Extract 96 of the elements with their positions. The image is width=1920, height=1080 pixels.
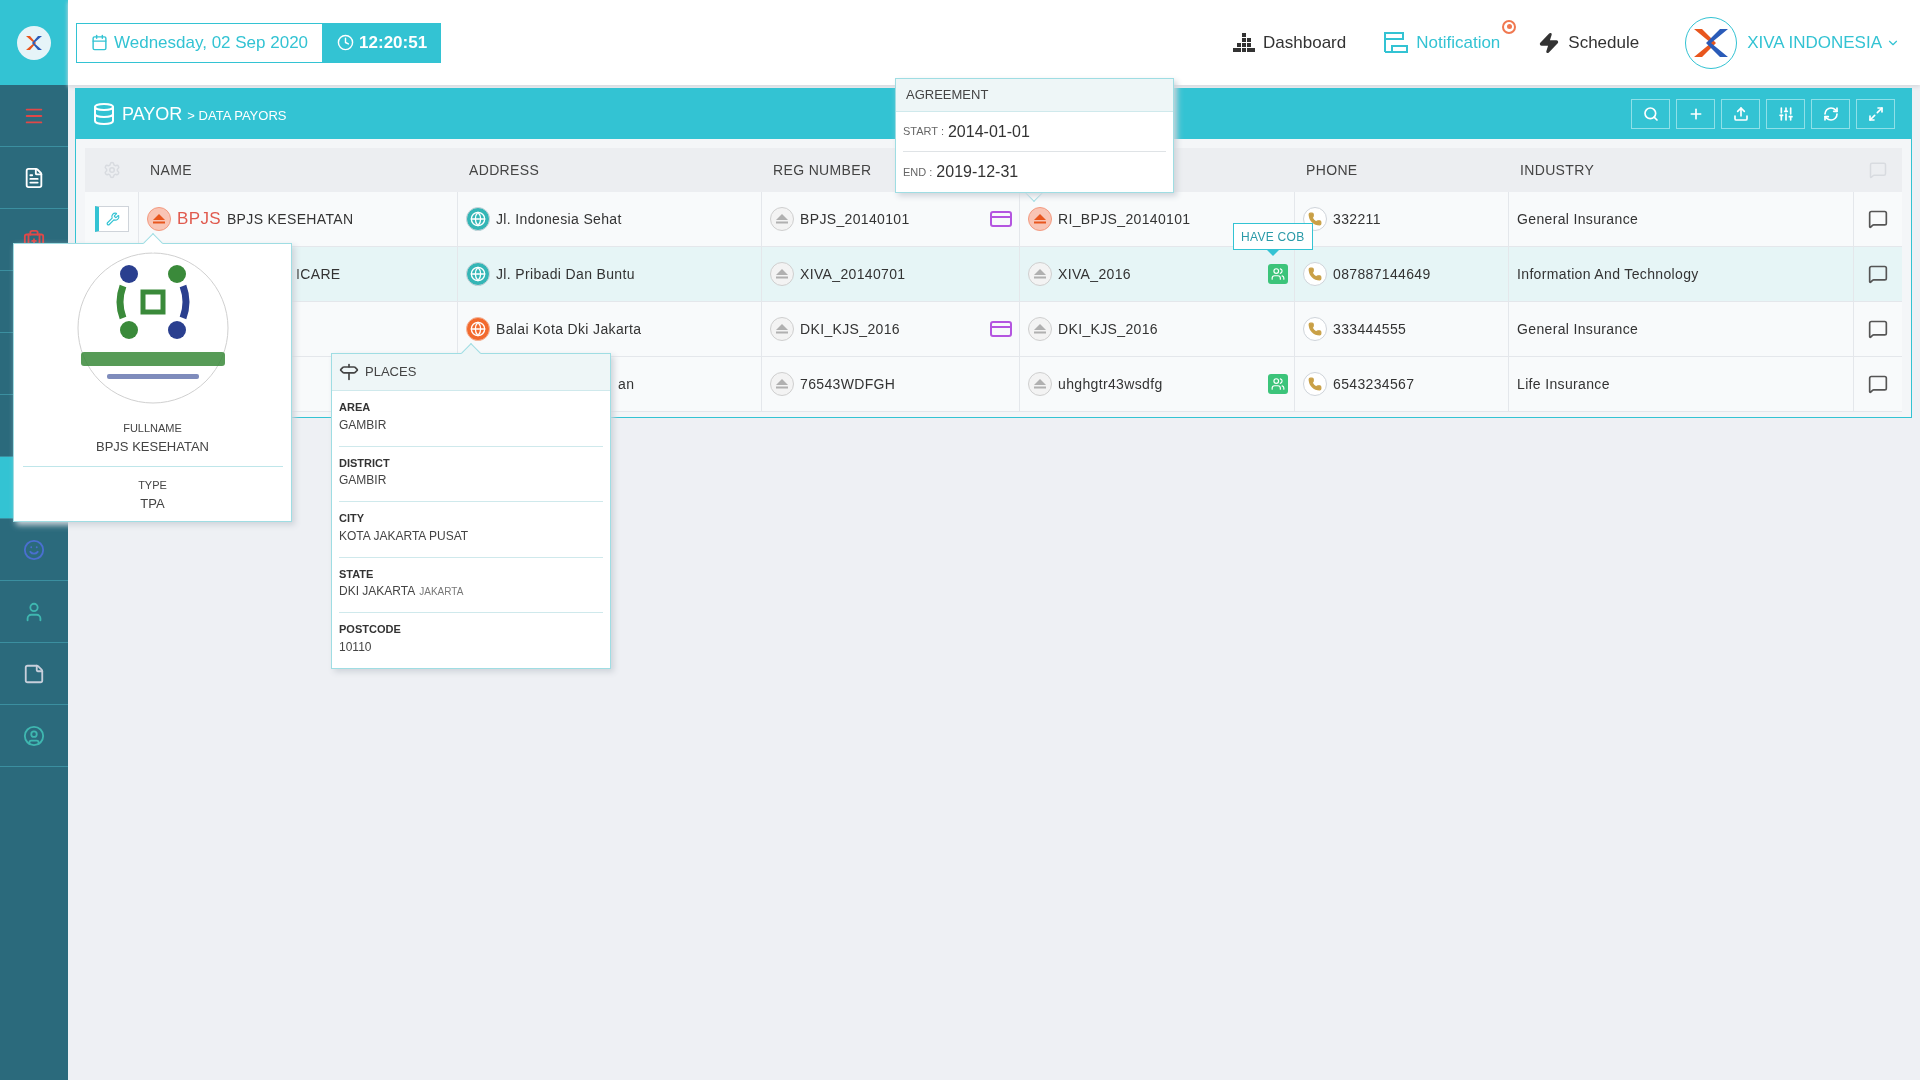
upload-button[interactable] [1721, 99, 1760, 129]
field-value: BPJS KESEHATAN [96, 437, 209, 456]
column-header: NAME [150, 160, 192, 180]
table-cell-text: General Insurance [1517, 209, 1639, 229]
nav-link[interactable]: Schedule [1538, 29, 1640, 56]
field-value: GAMBIR [339, 472, 387, 489]
name-prefix: BPJS [177, 208, 221, 231]
fullscreen-button[interactable] [1856, 99, 1895, 129]
dashboard-icon [1233, 32, 1256, 53]
table-cell-text: 6543234567 [1333, 374, 1415, 394]
table-cell-text: ICARE [296, 264, 341, 284]
field-label: DISTRICT [339, 455, 391, 471]
clock-icon [337, 34, 355, 51]
tooltip-pointer [1267, 250, 1279, 256]
field-note: JAKARTA [419, 585, 464, 599]
field-label: STATE [339, 566, 375, 582]
table-cell-text: DKI_KJS_2016 [1058, 319, 1159, 339]
field-label: TYPE [138, 478, 167, 493]
signpost-icon [339, 362, 359, 382]
comment-icon[interactable] [1868, 374, 1888, 394]
wrench-icon [106, 212, 120, 226]
calendar-icon [91, 34, 108, 51]
table-cell-text: 332211 [1333, 209, 1381, 229]
field-value: KOTA JAKARTA PUSAT [339, 527, 469, 545]
phone-icon [1303, 317, 1327, 341]
refresh-icon [1822, 106, 1839, 122]
notification-icon [1384, 31, 1409, 54]
field-label: FULLNAME [123, 421, 182, 436]
table-cell-text: Balai Kota Dki Jakarta [496, 319, 642, 339]
eject-icon [770, 317, 794, 341]
group-icon[interactable] [1268, 374, 1288, 394]
group-icon[interactable] [1268, 264, 1288, 284]
table-cell-text: General Insurance [1517, 319, 1639, 339]
eject-icon [770, 372, 794, 396]
logo-icon[interactable] [17, 25, 51, 60]
field-value: 2014-01-01 [947, 121, 1030, 142]
comment-icon[interactable] [1868, 319, 1888, 339]
database-icon [92, 102, 116, 126]
globe-icon[interactable] [466, 317, 490, 341]
globe-icon[interactable] [466, 262, 490, 286]
note-icon[interactable] [23, 662, 45, 685]
date-display: Wednesday, 02 Sep 2020 [76, 22, 324, 63]
field-value: GAMBIR [339, 416, 387, 434]
phone-icon [1303, 262, 1327, 286]
table-cell-text: Information And Technology [1517, 264, 1699, 284]
search-button[interactable] [1631, 99, 1670, 129]
column-header: ADDRESS [469, 160, 540, 180]
upload-icon [1732, 106, 1749, 122]
field-label: START : [903, 124, 944, 140]
table-cell-text: BPJS KESEHATAN [226, 209, 354, 229]
table-cell-text: Jl. Pribadi Dan Buntu [496, 264, 635, 284]
column-header: REG NUMBER [773, 160, 872, 180]
field-label: END : [903, 164, 933, 180]
comment-icon[interactable] [1868, 209, 1888, 229]
sliders-icon [1777, 106, 1794, 122]
expand-icon [1867, 106, 1884, 122]
table-cell-text: Life Insurance [1517, 374, 1610, 394]
field-value: DKI JAKARTA [339, 583, 416, 600]
nav-link[interactable]: Dashboard [1233, 29, 1347, 56]
table-cell-text: XIVA_20140701 [800, 264, 907, 284]
column-header: INDUSTRY [1520, 160, 1595, 180]
table-cell-text: 087887144649 [1333, 264, 1431, 284]
field-value: 10110 [339, 638, 372, 656]
field-value: TPA [140, 494, 165, 513]
table-cell-text: RI_BPJS_20140101 [1058, 209, 1192, 229]
field-label: POSTCODE [339, 622, 402, 637]
field-value: 2019-12-31 [936, 162, 1019, 182]
edit-button[interactable] [94, 206, 129, 232]
popup-title: PLACES [365, 363, 417, 382]
table-cell-text: 76543WDFGH [800, 374, 897, 394]
panel-title: PAYOR [122, 102, 183, 126]
time-display: 12:20:51 [323, 22, 442, 63]
search-icon [1642, 106, 1659, 122]
refresh-button[interactable] [1811, 99, 1850, 129]
eject-icon [770, 207, 794, 231]
lightning-icon [1538, 31, 1561, 54]
popup-title: AGREEMENT [906, 86, 989, 105]
table-cell-text: DKI_KJS_2016 [800, 319, 901, 339]
field-label: CITY [339, 511, 366, 526]
phone-icon [1303, 372, 1327, 396]
eject-icon [770, 262, 794, 286]
table-cell-text: an [618, 374, 635, 394]
table-cell-text: BPJS_20140101 [800, 209, 911, 229]
table-cell-text: 333444555 [1333, 319, 1407, 339]
comment-icon[interactable] [1868, 264, 1888, 284]
field-label: AREA [339, 400, 372, 415]
table-cell-text: uhghgtr43wsdfg [1058, 374, 1164, 394]
globe-icon[interactable] [466, 207, 490, 231]
user-circle-icon[interactable] [23, 724, 45, 747]
cob-tooltip: HAVE COB [1233, 223, 1313, 250]
column-header: PHONE [1306, 160, 1358, 180]
filter-button[interactable] [1766, 99, 1805, 129]
document-icon[interactable] [23, 166, 45, 189]
table-cell-text: Jl. Indonesia Sehat [496, 209, 622, 229]
table-cell-text: XIVA_2016 [1058, 264, 1132, 284]
add-button[interactable] [1676, 99, 1715, 129]
